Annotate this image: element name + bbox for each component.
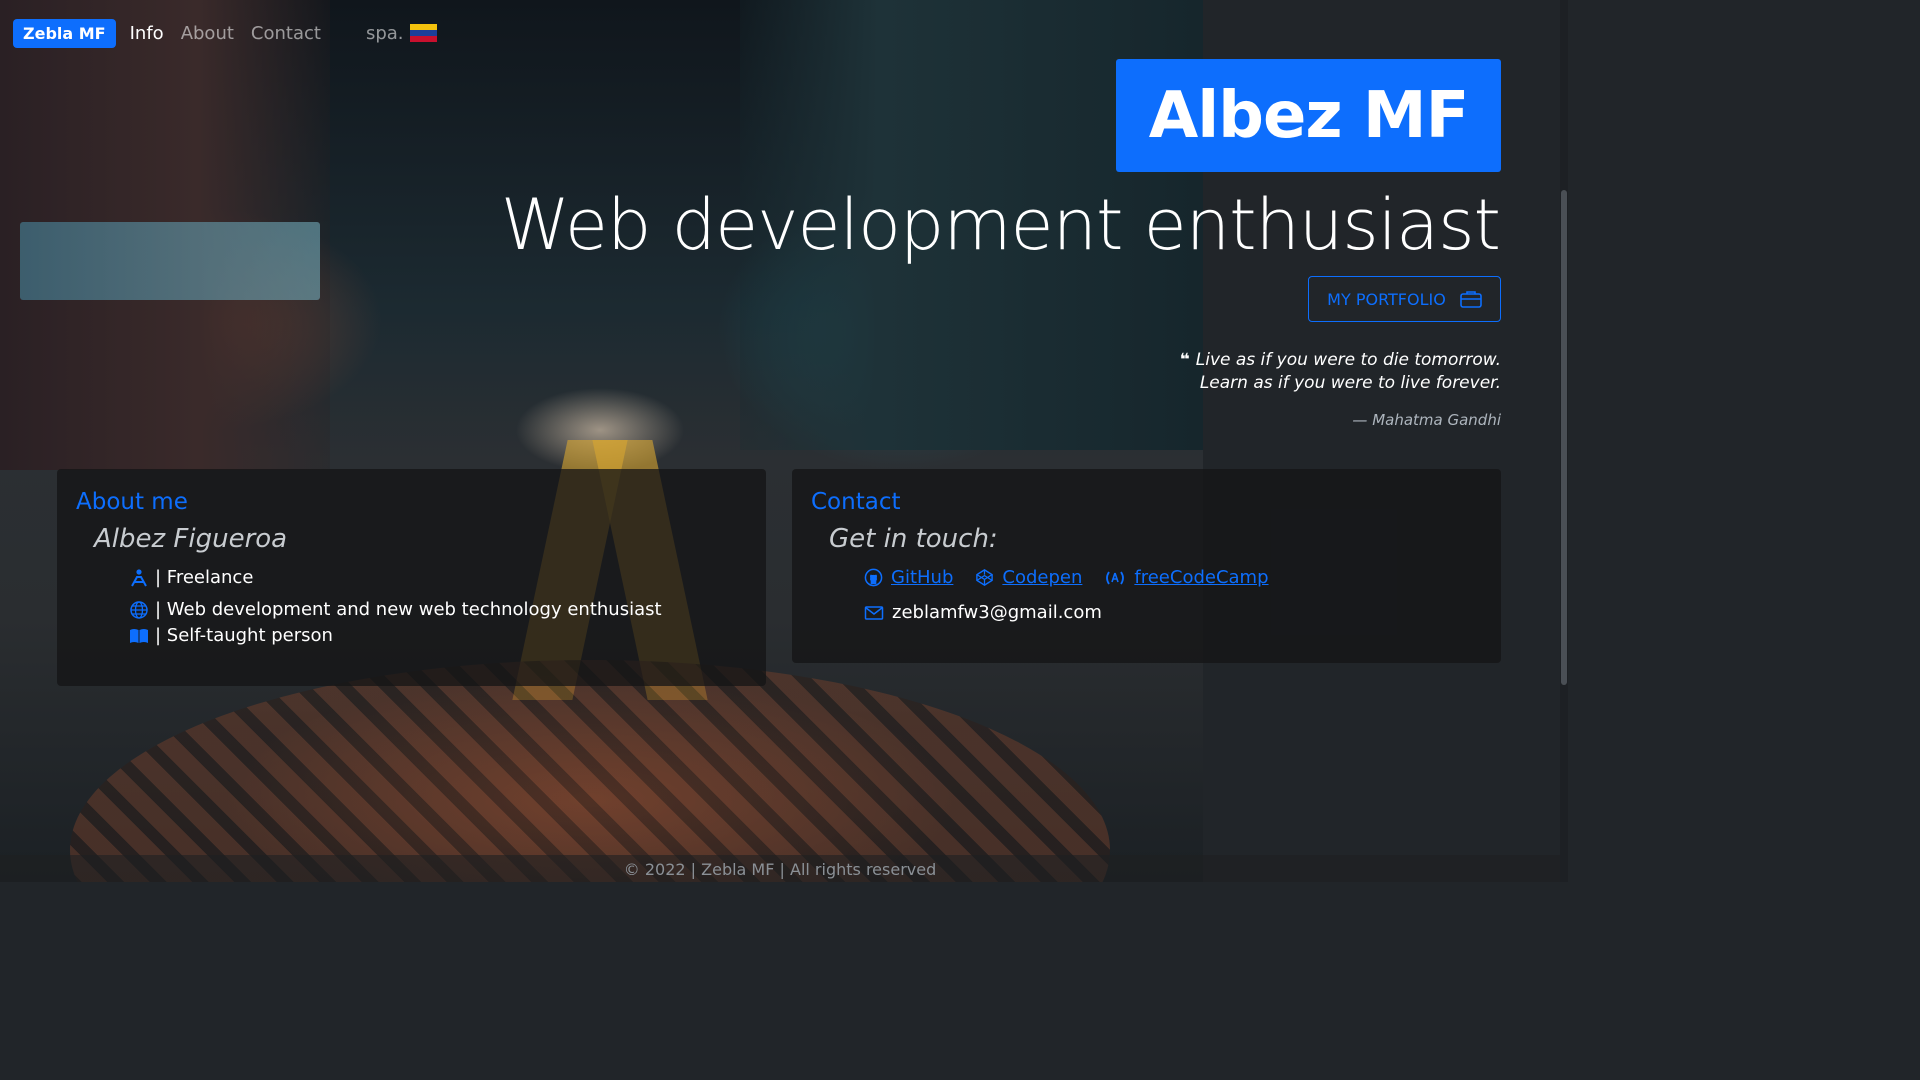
background-city-image: [0, 0, 1203, 882]
footer: © 2022 | Zebla MF | All rights reserved: [0, 855, 1560, 882]
quote-icon: ❝: [1179, 350, 1190, 370]
person-workspace-icon: [131, 568, 147, 586]
brand-logo[interactable]: Zebla MF: [13, 18, 116, 48]
contact-card: Contact Get in touch: GitHub Codepen fre…: [792, 469, 1501, 663]
about-item-text: | Self-taught person: [155, 625, 333, 646]
hero-title: Albez MF: [1148, 78, 1470, 153]
language-switch[interactable]: spa.: [366, 23, 437, 44]
scrollbar[interactable]: [1560, 0, 1568, 882]
about-item: | Web development and new web technology…: [129, 599, 662, 620]
my-portfolio-button[interactable]: MY PORTFOLIO: [1308, 276, 1501, 322]
portfolio-label: MY PORTFOLIO: [1327, 289, 1446, 309]
github-link[interactable]: GitHub: [864, 567, 953, 588]
freecodecamp-link[interactable]: freeCodeCamp: [1104, 567, 1269, 588]
about-item-text: | Web development and new web technology…: [155, 599, 662, 620]
scrollbar-thumb[interactable]: [1561, 190, 1567, 685]
contact-subtitle: Get in touch:: [829, 524, 998, 554]
nav-link-about[interactable]: About: [181, 23, 234, 44]
email-row: zeblamfw3@gmail.com: [864, 602, 1102, 623]
background-billboard: [20, 222, 320, 300]
quote-line-1: Live as if you were to die tomorrow.: [1195, 350, 1501, 370]
navbar: Zebla MF Info About Contact spa.: [13, 18, 437, 48]
globe-icon: [130, 600, 148, 619]
hero-subtitle: Web development enthusiast: [500, 184, 1501, 266]
freecodecamp-label: freeCodeCamp: [1134, 567, 1269, 588]
email-text[interactable]: zeblamfw3@gmail.com: [892, 602, 1102, 623]
quote-line-2: Learn as if you were to live forever.: [1199, 373, 1501, 393]
briefcase-icon: [1460, 291, 1482, 308]
codepen-label: Codepen: [1002, 567, 1083, 588]
language-label: spa.: [365, 22, 404, 44]
page: Zebla MF Info About Contact spa. Albez M…: [0, 0, 1568, 882]
github-label: GitHub: [891, 567, 954, 588]
hero-title-box: Albez MF: [1116, 59, 1501, 172]
codepen-link[interactable]: Codepen: [975, 567, 1082, 588]
about-item: | Self-taught person: [129, 625, 333, 646]
nav-link-contact[interactable]: Contact: [251, 23, 321, 44]
contact-links: GitHub Codepen freeCodeCamp: [864, 567, 1269, 588]
venezuela-flag-icon: [409, 24, 437, 42]
background-manhole: [70, 660, 1110, 882]
about-item: | Freelance: [129, 567, 253, 588]
book-icon: [130, 628, 148, 643]
about-title: About me: [76, 489, 188, 515]
about-item-text: | Freelance: [155, 567, 254, 588]
nav-link-info[interactable]: Info: [130, 23, 164, 44]
contact-title: Contact: [811, 489, 901, 515]
quote-author: — Mahatma Gandhi: [1352, 411, 1501, 429]
github-icon: [864, 568, 883, 587]
freecodecamp-icon: [1106, 571, 1125, 584]
about-card: About me Albez Figueroa | Freelance | We…: [57, 469, 766, 686]
quote-block: ❝ Live as if you were to die tomorrow. Le…: [1180, 349, 1501, 395]
codepen-icon: [976, 569, 994, 586]
envelope-icon: [864, 605, 884, 620]
about-name: Albez Figueroa: [94, 524, 288, 554]
